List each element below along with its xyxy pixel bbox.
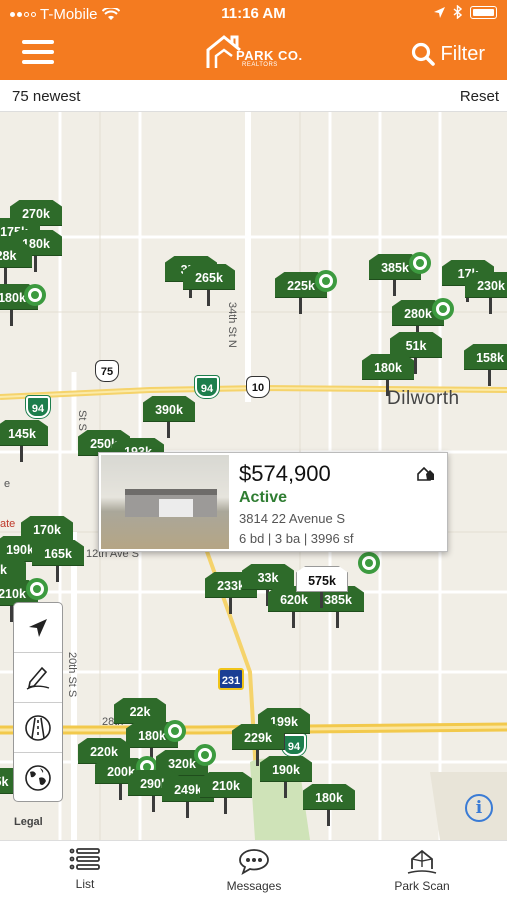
open-house-dot[interactable] [24,284,46,306]
search-icon [411,42,435,66]
satellite-view-button[interactable] [14,753,62,803]
info-button[interactable]: i [465,794,493,822]
locate-me-button[interactable] [14,603,62,653]
listing-popup-card[interactable]: $574,900 Active 3814 22 Avenue S 6 bd | … [98,452,448,552]
us-75-shield: 75 [95,360,119,382]
listing-status: Active [239,489,288,506]
open-house-dot[interactable] [194,744,216,766]
tab-park-scan-label: Park Scan [394,879,450,893]
listing-photo [101,455,229,549]
legal-link[interactable]: Legal [14,816,43,828]
bluetooth-icon [453,5,462,19]
menu-button[interactable] [22,40,54,66]
i-94-shield: 94 [195,376,219,398]
listing-marker[interactable]: 230k [465,272,507,316]
open-house-dot[interactable] [164,720,186,742]
tab-messages[interactable]: Messages [194,847,314,893]
open-house-dot[interactable] [432,298,454,320]
logo-name: PARK CO. [236,48,303,63]
chat-bubble-icon [239,849,269,875]
edge-label-ate: ate [0,518,16,530]
open-house-dot[interactable] [358,552,380,574]
reset-button[interactable]: Reset [460,88,499,105]
listing-address: 3814 22 Avenue S [239,511,346,526]
edge-label-e: e [4,478,11,490]
street-label-20th: 20th St S [66,652,78,698]
globe-icon [25,765,51,791]
location-arrow-icon [434,6,445,18]
state-231-shield: 231 [218,668,244,690]
road-view-button[interactable] [14,703,62,753]
home-type-icon [417,467,434,481]
park-co-logo: PARK CO. REALTORS [200,32,310,72]
status-bar: T-Mobile 11:16 AM [0,0,507,28]
open-house-dot[interactable] [409,252,431,274]
filter-button[interactable]: Filter [411,42,485,66]
listing-marker[interactable]: 210k [200,772,252,816]
house-scan-icon [407,849,437,874]
listing-marker[interactable]: 180k [362,354,414,398]
map-view[interactable]: 34th St N 20th St S St S 12th Ave S 28th… [0,112,507,840]
map-tools-panel [13,602,63,802]
status-right [434,5,497,19]
listing-marker[interactable]: 180k [303,784,355,828]
list-icon [69,848,100,870]
listing-marker[interactable]: 265k [183,264,235,308]
listing-price: $574,900 [239,461,331,486]
tab-list-label: List [75,877,95,891]
listing-marker[interactable]: 28k [0,242,32,286]
tab-list[interactable]: List [25,847,145,891]
pencil-icon [26,666,50,690]
listing-marker[interactable]: 145k [0,420,48,464]
street-label-st-s: St S [76,410,88,431]
results-bar: 75 newest Reset [0,80,507,112]
navigation-arrow-icon [29,618,47,637]
tab-park-scan[interactable]: Park Scan [362,847,482,893]
listing-marker[interactable]: 390k [143,396,195,440]
draw-area-button[interactable] [14,653,62,703]
tab-messages-label: Messages [226,879,282,893]
results-count: 75 newest [12,88,81,105]
us-10-shield: 10 [246,376,270,398]
street-label-34th: 34th St N [226,302,238,348]
i-94-shield: 94 [26,396,50,418]
listing-specs: 6 bd | 3 ba | 3996 sf [239,531,354,546]
status-time: 11:16 AM [221,5,286,22]
listing-marker[interactable]: 158k [464,344,507,388]
tab-bar: List Messages Park Scan [0,840,507,900]
open-house-dot[interactable] [315,270,337,292]
selected-listing-marker[interactable]: 575k [296,566,348,610]
logo-subtitle: REALTORS [242,62,278,68]
filter-label: Filter [440,42,485,65]
road-icon [25,714,51,741]
app-header: T-Mobile 11:16 AM PARK CO. REALTORS Filt… [0,0,507,80]
battery-icon [470,5,497,19]
open-house-dot[interactable] [26,578,48,600]
